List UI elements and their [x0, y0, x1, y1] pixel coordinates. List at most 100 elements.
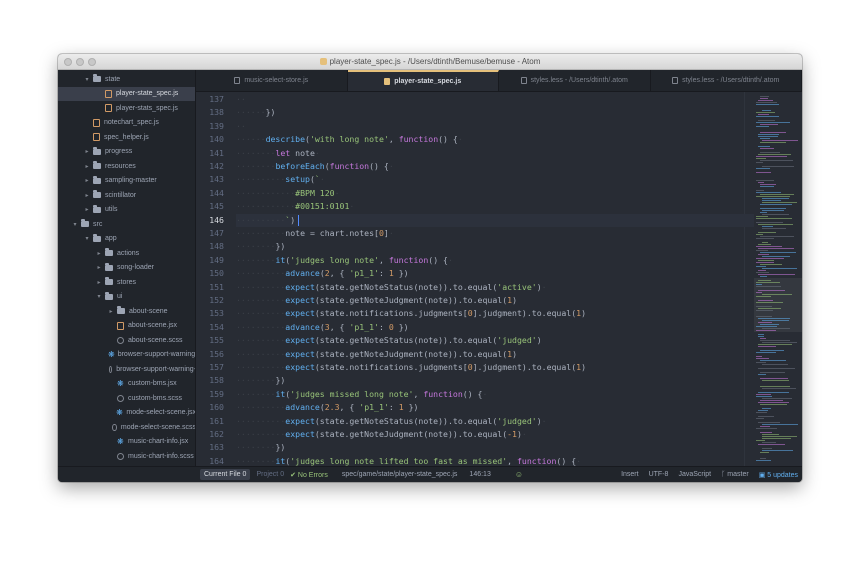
- line-number[interactable]: 139: [196, 120, 224, 133]
- line-number[interactable]: 161: [196, 415, 224, 428]
- line-number[interactable]: 144: [196, 187, 224, 200]
- chevron-right-icon[interactable]: ▸: [108, 308, 114, 315]
- minimap[interactable]: [754, 92, 802, 466]
- tree-folder[interactable]: ▸ about-scene: [58, 304, 195, 318]
- chevron-right-icon[interactable]: ▸: [84, 192, 90, 199]
- line-number[interactable]: 138: [196, 106, 224, 119]
- code-line[interactable]: ········}): [236, 441, 754, 454]
- line-number[interactable]: 137: [196, 93, 224, 106]
- code-line[interactable]: ··········advance(3, { 'p1_1': 0 }): [236, 321, 754, 334]
- tree-file[interactable]: ❋ mode-select-scene.jsx: [58, 406, 195, 420]
- line-number[interactable]: 150: [196, 267, 224, 280]
- grammar-selector[interactable]: JavaScript: [678, 471, 711, 478]
- code-line[interactable]: ············#BPM 120·: [236, 187, 754, 200]
- line-number[interactable]: 156: [196, 348, 224, 361]
- chevron-right-icon[interactable]: ▸: [84, 148, 90, 155]
- tree-file[interactable]: spec_helper.js: [58, 130, 195, 144]
- code-line[interactable]: ········it('judges missed long note', fu…: [236, 388, 754, 401]
- tree-file[interactable]: ❋ music-chart-info.jsx: [58, 435, 195, 449]
- line-number[interactable]: 140: [196, 133, 224, 146]
- tree-folder[interactable]: ▸ scintillator: [58, 188, 195, 202]
- code-line[interactable]: ··········setup(`·: [236, 173, 754, 186]
- project-lint-tab[interactable]: Project 0: [256, 471, 284, 478]
- code-line[interactable]: ······}): [236, 106, 754, 119]
- chevron-right-icon[interactable]: ▸: [84, 163, 90, 170]
- chevron-right-icon[interactable]: ▸: [84, 177, 90, 184]
- editor-tab[interactable]: styles.less - /Users/dtinth/.atom: [499, 70, 651, 91]
- line-number[interactable]: 149: [196, 254, 224, 267]
- tree-file[interactable]: music-chart-info.scss: [58, 449, 195, 463]
- tree-folder[interactable]: ▸ sampling-master: [58, 174, 195, 188]
- encoding-selector[interactable]: UTF-8: [649, 471, 669, 478]
- code-line[interactable]: ··········advance(2.3, { 'p1_1': 1 }): [236, 401, 754, 414]
- tree-folder[interactable]: ▾ app: [58, 232, 195, 246]
- smile-icon[interactable]: ☺: [515, 470, 523, 479]
- chevron-down-icon[interactable]: ▾: [84, 76, 90, 83]
- minimize-window-button[interactable]: [76, 58, 84, 66]
- line-number[interactable]: 160: [196, 401, 224, 414]
- code-line[interactable]: ··········expect(state.getNoteJudgment(n…: [236, 428, 754, 441]
- tree-folder[interactable]: ▾ src: [58, 217, 195, 231]
- tree-folder[interactable]: ▾ state: [58, 72, 195, 86]
- close-window-button[interactable]: [64, 58, 72, 66]
- line-number[interactable]: 155: [196, 334, 224, 347]
- line-number[interactable]: 145: [196, 200, 224, 213]
- line-number[interactable]: 148: [196, 240, 224, 253]
- code-line[interactable]: ··········expect(state.getNoteStatus(not…: [236, 281, 754, 294]
- chevron-down-icon[interactable]: ▾: [72, 221, 78, 228]
- tree-file[interactable]: custom-bms.scss: [58, 391, 195, 405]
- editor-tab[interactable]: styles.less - /Users/dtinth/.atom: [651, 70, 802, 91]
- chevron-down-icon[interactable]: ▾: [96, 293, 102, 300]
- tree-folder[interactable]: ▸ progress: [58, 145, 195, 159]
- code-line[interactable]: ··········expect(state.getNoteStatus(not…: [236, 415, 754, 428]
- code-line[interactable]: ········it('judges long note lifted too …: [236, 455, 754, 466]
- line-number[interactable]: 157: [196, 361, 224, 374]
- updates-indicator[interactable]: ▣ 5 updates: [759, 471, 798, 479]
- code-line[interactable]: ··········expect(state.getNoteJudgment(n…: [236, 348, 754, 361]
- tree-folder[interactable]: ▸ resources: [58, 159, 195, 173]
- tree-folder[interactable]: ▾ ui: [58, 290, 195, 304]
- line-number[interactable]: 158: [196, 374, 224, 387]
- tree-file[interactable]: mode-select-scene.scss: [58, 420, 195, 434]
- line-number[interactable]: 162: [196, 428, 224, 441]
- code-line[interactable]: ········}): [236, 240, 754, 253]
- code-line[interactable]: ··········note = chart.notes[0]·: [236, 227, 754, 240]
- tree-folder[interactable]: ▸ actions: [58, 246, 195, 260]
- line-number[interactable]: 151: [196, 281, 224, 294]
- code-area[interactable]: ·· ······}) ·· ······describe('with long no…: [236, 92, 754, 466]
- chevron-right-icon[interactable]: ▸: [96, 279, 102, 286]
- line-number[interactable]: 153: [196, 307, 224, 320]
- code-line[interactable]: ··: [236, 120, 754, 133]
- code-line[interactable]: ········it('judges long note', function(…: [236, 254, 754, 267]
- no-errors-status[interactable]: ✔ No Errors: [290, 471, 328, 479]
- tree-folder[interactable]: ▸ stores: [58, 275, 195, 289]
- text-editor[interactable]: 137 138 139 140 141 142 143 144 145 146 147 148 149 1…: [196, 92, 754, 466]
- line-number[interactable]: 141: [196, 147, 224, 160]
- tree-file[interactable]: player-state_spec.js: [58, 86, 195, 101]
- editor-tab[interactable]: music-select-store.js: [196, 70, 348, 91]
- line-number[interactable]: 163: [196, 441, 224, 454]
- tree-file[interactable]: about-scene.jsx: [58, 319, 195, 333]
- tree-folder[interactable]: ▸ song-loader: [58, 261, 195, 275]
- code-line[interactable]: ··········expect(state.getNoteStatus(not…: [236, 334, 754, 347]
- code-line[interactable]: ··: [236, 93, 754, 106]
- chevron-right-icon[interactable]: ▸: [96, 264, 102, 271]
- code-line[interactable]: ··········advance(2, { 'p1_1': 1 }): [236, 267, 754, 280]
- line-number-gutter[interactable]: 137 138 139 140 141 142 143 144 145 146 147 148 149 1…: [196, 92, 232, 466]
- insert-mode-indicator[interactable]: Insert: [621, 471, 639, 478]
- tree-file[interactable]: about-scene.scss: [58, 333, 195, 347]
- line-number[interactable]: 159: [196, 388, 224, 401]
- code-line[interactable]: ··········expect(state.getNoteJudgment(n…: [236, 294, 754, 307]
- code-line[interactable]: ········}): [236, 374, 754, 387]
- line-number[interactable]: 147: [196, 227, 224, 240]
- zoom-window-button[interactable]: [88, 58, 96, 66]
- line-number[interactable]: 143: [196, 173, 224, 186]
- code-line[interactable]: ··········expect(state.notifications.jud…: [236, 307, 754, 320]
- chevron-right-icon[interactable]: ▸: [84, 206, 90, 213]
- file-path[interactable]: spec/game/state/player-state_spec.js: [342, 471, 458, 478]
- tree-file[interactable]: ❋ custom-bms.jsx: [58, 377, 195, 391]
- code-line[interactable]: ··········`): [236, 213, 754, 227]
- code-line[interactable]: ········let note·: [236, 147, 754, 160]
- tree-file[interactable]: ❋ browser-support-warning-: [58, 348, 195, 362]
- editor-tab[interactable]: player-state_spec.js: [347, 70, 499, 91]
